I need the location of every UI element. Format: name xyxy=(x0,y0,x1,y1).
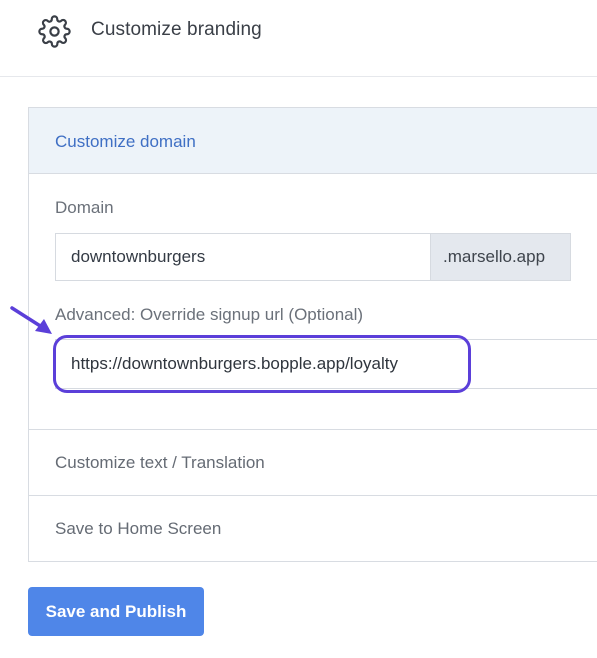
gear-icon xyxy=(38,15,71,48)
section-divider xyxy=(29,429,597,430)
section-customize-text[interactable]: Customize text / Translation xyxy=(55,453,265,473)
section-save-home-screen[interactable]: Save to Home Screen xyxy=(55,519,221,539)
highlight-outline xyxy=(53,335,471,393)
section-divider xyxy=(29,495,597,496)
customize-domain-panel: Customize domain Domain downtownburgers … xyxy=(28,107,597,562)
domain-suffix: .marsello.app xyxy=(430,233,571,281)
page-title: Customize branding xyxy=(91,19,262,40)
arrow-icon xyxy=(10,306,52,334)
customize-domain-title: Customize domain xyxy=(55,132,196,151)
save-and-publish-button[interactable]: Save and Publish xyxy=(28,587,204,636)
override-signup-url-label: Advanced: Override signup url (Optional) xyxy=(55,305,364,324)
domain-input[interactable]: downtownburgers xyxy=(55,233,431,281)
domain-label: Domain xyxy=(55,198,114,217)
page-header: Customize branding xyxy=(0,0,597,77)
customize-domain-header[interactable]: Customize domain xyxy=(29,108,597,174)
